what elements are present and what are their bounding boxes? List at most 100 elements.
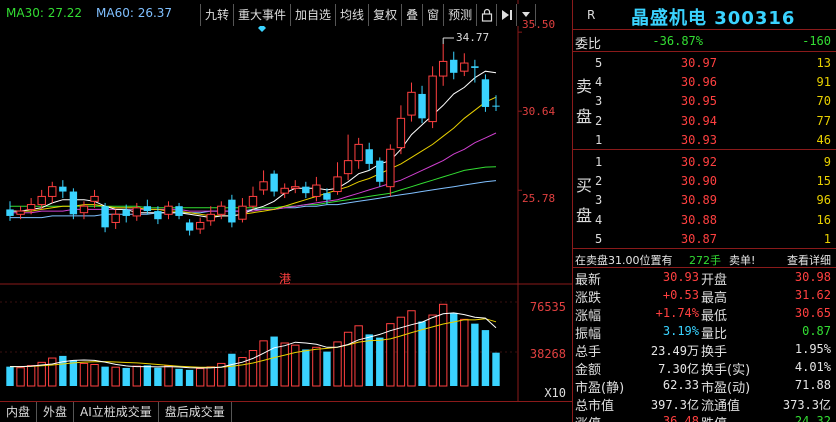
volume-bar bbox=[471, 323, 479, 386]
kline-chart[interactable] bbox=[0, 0, 572, 401]
sell-row-3[interactable]: 3 30.95 70 bbox=[573, 92, 836, 111]
buy-price: 30.92 bbox=[680, 155, 717, 169]
volume-bar bbox=[195, 368, 205, 387]
sell-row-5[interactable]: 5 30.97 13 bbox=[573, 54, 836, 73]
volume-bar bbox=[354, 325, 363, 387]
sell-price: 30.95 bbox=[680, 94, 717, 109]
stock-title[interactable]: 晶盛机电 300316 bbox=[631, 4, 795, 30]
stat-row: 最新 30.93 开盘 30.98 bbox=[573, 268, 836, 288]
buy-row-1[interactable]: 1 30.92 9 bbox=[573, 153, 836, 172]
buy-volume: 96 bbox=[816, 193, 831, 208]
candle-body bbox=[69, 191, 78, 215]
stat-row: 总市值 397.3亿 流通值 373.3亿 bbox=[573, 394, 836, 414]
candle-body bbox=[101, 206, 109, 228]
buy-row-4[interactable]: 4 30.88 16 bbox=[573, 211, 836, 230]
buy-row-3[interactable]: 3 30.89 96 bbox=[573, 191, 836, 210]
volume-bar bbox=[132, 365, 141, 387]
candle-body bbox=[111, 213, 120, 223]
sell-row-2[interactable]: 2 30.94 77 bbox=[573, 112, 836, 131]
tab-after-hours-volume[interactable]: 盘后成交量 bbox=[159, 402, 232, 422]
buy-volume: 16 bbox=[816, 212, 831, 227]
volume-bar bbox=[143, 365, 152, 386]
volume-bar bbox=[438, 303, 448, 387]
sell-level: 5 bbox=[595, 56, 603, 70]
stat-row: 涨跌 +0.53 最高 31.62 bbox=[573, 286, 836, 306]
candle-body bbox=[259, 181, 268, 191]
candle-body bbox=[492, 105, 500, 107]
candle-body bbox=[323, 193, 331, 200]
candle-body bbox=[376, 160, 384, 182]
candle-body bbox=[428, 75, 437, 123]
high-price-annotation: 34.77 bbox=[456, 31, 490, 44]
volume-bar bbox=[333, 341, 342, 387]
volume-axis-top: 76535 bbox=[529, 300, 566, 314]
volume-bar bbox=[270, 336, 278, 386]
order-alert-count: 272手 bbox=[689, 254, 721, 267]
sell-row-1[interactable]: 1 30.93 46 bbox=[573, 131, 836, 150]
stat-value: 30.98 bbox=[794, 270, 831, 284]
stat-value: 30.93 bbox=[662, 270, 699, 284]
order-alert-detail-link[interactable]: 查看详细 bbox=[787, 252, 831, 268]
quote-panel: R 晶盛机电 300316 委比 -36.87% -160 卖 盘 5 30.97… bbox=[572, 0, 836, 422]
volume-bar bbox=[122, 367, 130, 386]
candle-body bbox=[270, 173, 278, 192]
toolbar-jiuzhuan-button[interactable]: 九转 bbox=[200, 4, 234, 26]
buy-level: 4 bbox=[595, 212, 603, 227]
candle-body bbox=[365, 149, 373, 164]
candle-body bbox=[481, 79, 490, 107]
stat-value: 0.87 bbox=[802, 324, 831, 338]
candle-body bbox=[460, 62, 469, 72]
candle-body bbox=[175, 206, 183, 216]
tab-inner-volume[interactable]: 内盘 bbox=[0, 402, 38, 422]
volume-bar bbox=[376, 337, 384, 386]
buy-price: 30.89 bbox=[680, 193, 717, 208]
play-forward-icon[interactable] bbox=[496, 4, 517, 26]
buy-level: 1 bbox=[595, 155, 603, 169]
lock-icon[interactable] bbox=[476, 4, 497, 26]
kline-chart-panel[interactable]: MA30: 27.22 MA60: 26.37 九转 重大事件 加自选 均线 复… bbox=[0, 0, 572, 422]
buy-level: 5 bbox=[595, 231, 603, 246]
stat-value: 7.30亿 bbox=[658, 362, 699, 376]
volume-bar bbox=[111, 366, 120, 387]
toolbar-window-button[interactable]: 窗 bbox=[422, 4, 444, 26]
buy-volume: 9 bbox=[823, 155, 831, 169]
toolbar-forecast-button[interactable]: 预测 bbox=[443, 4, 477, 26]
candle-body bbox=[450, 59, 458, 73]
volume-bar bbox=[26, 365, 36, 387]
volume-bar bbox=[343, 331, 353, 387]
toolbar-moving-average-button[interactable]: 均线 bbox=[335, 4, 369, 26]
stat-value: 24.32 bbox=[794, 414, 831, 422]
volume-bar bbox=[6, 366, 14, 386]
indicator-tabs: 内盘 外盘 AI立桩成交量 盘后成交量 bbox=[0, 401, 572, 422]
chart-toolbar: 九转 重大事件 加自选 均线 复权 叠 窗 预测 bbox=[200, 4, 537, 26]
sell-order-book: 卖 盘 5 30.97 13 4 30.96 91 3 30.95 70 2 30.94 77 1 30.… bbox=[573, 52, 836, 150]
candle-body bbox=[206, 213, 215, 222]
candle-body bbox=[396, 117, 406, 149]
stat-row: 涨幅 +1.74% 最低 30.65 bbox=[573, 304, 836, 324]
toolbar-add-watchlist-button[interactable]: 加自选 bbox=[290, 4, 336, 26]
sell-price: 30.96 bbox=[680, 75, 717, 90]
toolbar-overlay-button[interactable]: 叠 bbox=[401, 4, 423, 26]
buy-price: 30.90 bbox=[680, 174, 717, 189]
buy-row-2[interactable]: 2 30.90 15 bbox=[573, 172, 836, 191]
sell-level: 4 bbox=[595, 75, 603, 90]
stat-value: 62.33 bbox=[662, 378, 699, 392]
toolbar-major-events-button[interactable]: 重大事件 bbox=[233, 4, 291, 26]
candle-body bbox=[343, 160, 353, 175]
candle-body bbox=[26, 204, 36, 210]
sell-level: 2 bbox=[595, 113, 603, 128]
volume-bar bbox=[460, 318, 469, 387]
candle-body bbox=[302, 186, 310, 194]
volume-bar bbox=[48, 357, 57, 387]
candle-body bbox=[291, 186, 300, 189]
quote-title-row: R 晶盛机电 300316 bbox=[573, 0, 836, 30]
toolbar-adjust-button[interactable]: 复权 bbox=[368, 4, 402, 26]
stat-row: 市盈(静) 62.33 市盈(动) 71.88 bbox=[573, 376, 836, 396]
candle-body bbox=[143, 206, 152, 212]
tab-ai-volume[interactable]: AI立桩成交量 bbox=[74, 402, 159, 422]
ma30-legend: MA30: 27.22 bbox=[6, 6, 83, 20]
buy-row-5[interactable]: 5 30.87 1 bbox=[573, 230, 836, 249]
tab-outer-volume[interactable]: 外盘 bbox=[37, 402, 75, 422]
sell-row-4[interactable]: 4 30.96 91 bbox=[573, 73, 836, 92]
price-axis-mid: 30.64 bbox=[522, 105, 556, 118]
